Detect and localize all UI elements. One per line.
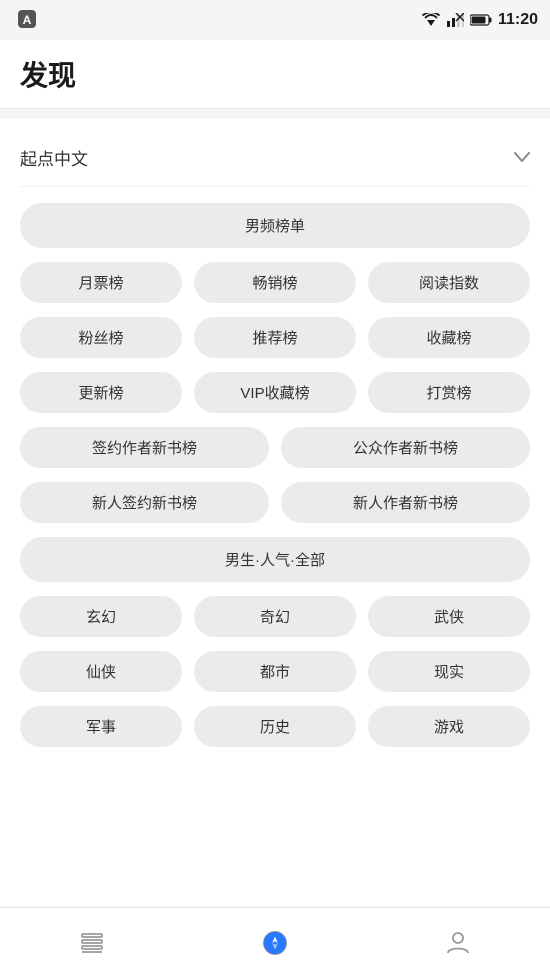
xianxia-btn[interactable]: 仙侠 bbox=[20, 651, 182, 692]
geng-xin-btn[interactable]: 更新榜 bbox=[20, 372, 182, 413]
chart-row-2: 粉丝榜 推荐榜 收藏榜 bbox=[20, 317, 530, 358]
dushi-btn[interactable]: 都市 bbox=[194, 651, 356, 692]
genre-row-2: 仙侠 都市 现实 bbox=[20, 651, 530, 692]
da-shang-btn[interactable]: 打赏榜 bbox=[368, 372, 530, 413]
xinren-qianyue-btn[interactable]: 新人签约新书榜 bbox=[20, 482, 269, 523]
nav-item-bookshelf[interactable] bbox=[0, 908, 183, 977]
wuxia-btn[interactable]: 武侠 bbox=[368, 596, 530, 637]
page-header: 发现 bbox=[0, 40, 550, 109]
lishi-btn[interactable]: 历史 bbox=[194, 706, 356, 747]
nav-item-profile[interactable] bbox=[367, 908, 550, 977]
male-popularity-button[interactable]: 男生·人气·全部 bbox=[20, 537, 530, 582]
xianshi-btn[interactable]: 现实 bbox=[368, 651, 530, 692]
yue-du-btn[interactable]: 阅读指数 bbox=[368, 262, 530, 303]
wifi-icon bbox=[422, 13, 440, 27]
xuanhuan-btn[interactable]: 玄幻 bbox=[20, 596, 182, 637]
junshi-btn[interactable]: 军事 bbox=[20, 706, 182, 747]
person-icon bbox=[444, 929, 472, 957]
genre-row-1: 玄幻 奇幻 武侠 bbox=[20, 596, 530, 637]
qihuan-btn[interactable]: 奇幻 bbox=[194, 596, 356, 637]
status-bar: A 11:20 bbox=[0, 0, 550, 40]
chart-row-3: 更新榜 VIP收藏榜 打赏榜 bbox=[20, 372, 530, 413]
bookshelf-icon bbox=[78, 929, 106, 957]
status-app-icon: A bbox=[16, 8, 38, 33]
tui-jian-btn[interactable]: 推荐榜 bbox=[194, 317, 356, 358]
chang-xiao-btn[interactable]: 畅销榜 bbox=[194, 262, 356, 303]
gongzhong-xinshubang-btn[interactable]: 公众作者新书榜 bbox=[281, 427, 530, 468]
clock: 11:20 bbox=[498, 11, 538, 29]
signal-icon bbox=[446, 13, 464, 27]
chart-row-1: 月票榜 畅销榜 阅读指数 bbox=[20, 262, 530, 303]
svg-text:A: A bbox=[23, 13, 32, 27]
status-right-icons: 11:20 bbox=[422, 11, 538, 29]
yue-piao-btn[interactable]: 月票榜 bbox=[20, 262, 182, 303]
compass-icon bbox=[261, 929, 289, 957]
page-title: 发现 bbox=[20, 60, 76, 91]
chart-row-4: 签约作者新书榜 公众作者新书榜 bbox=[20, 427, 530, 468]
source-dropdown[interactable]: 起点中文 bbox=[20, 135, 530, 187]
chevron-down-icon bbox=[514, 149, 530, 167]
nav-item-discover[interactable] bbox=[183, 908, 366, 977]
genre-row-3: 军事 历史 游戏 bbox=[20, 706, 530, 747]
vip-shou-cang-btn[interactable]: VIP收藏榜 bbox=[194, 372, 356, 413]
main-content: 起点中文 男频榜单 月票榜 畅销榜 阅读指数 粉丝榜 推荐榜 收藏榜 更新榜 V… bbox=[0, 119, 550, 906]
xinren-zuozhe-btn[interactable]: 新人作者新书榜 bbox=[281, 482, 530, 523]
qian-yue-xinshubang-btn[interactable]: 签约作者新书榜 bbox=[20, 427, 269, 468]
battery-icon bbox=[470, 14, 492, 26]
youxi-btn[interactable]: 游戏 bbox=[368, 706, 530, 747]
dropdown-label: 起点中文 bbox=[20, 145, 88, 170]
bottom-navigation bbox=[0, 907, 550, 977]
male-chart-button[interactable]: 男频榜单 bbox=[20, 203, 530, 248]
shou-cang-btn[interactable]: 收藏榜 bbox=[368, 317, 530, 358]
fen-si-btn[interactable]: 粉丝榜 bbox=[20, 317, 182, 358]
chart-row-5: 新人签约新书榜 新人作者新书榜 bbox=[20, 482, 530, 523]
